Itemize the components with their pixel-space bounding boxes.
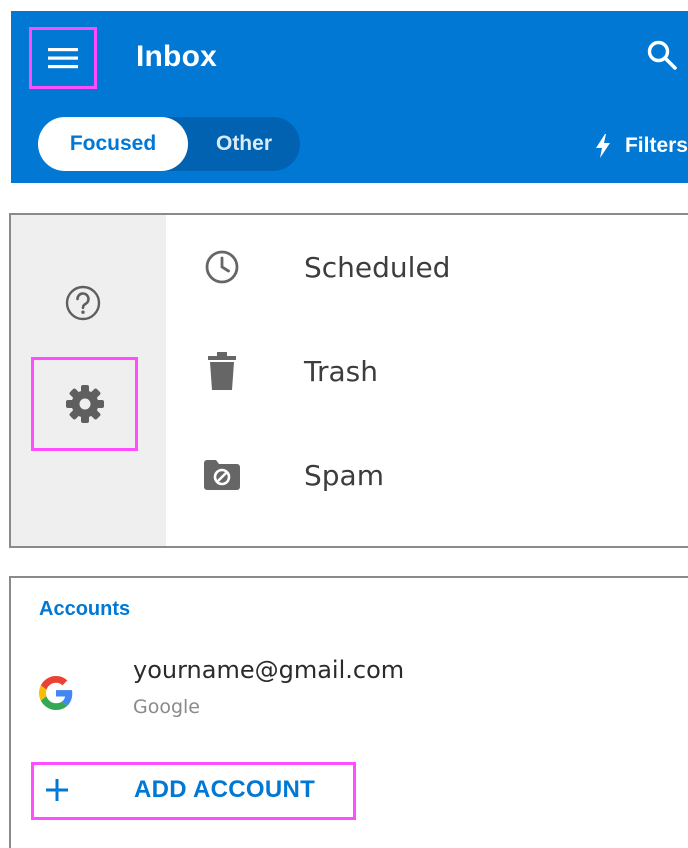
side-rail	[11, 215, 166, 546]
add-account-label: ADD ACCOUNT	[134, 776, 316, 803]
folder-drawer: Scheduled Trash Spam	[9, 213, 688, 548]
folder-label-scheduled: Scheduled	[304, 250, 451, 284]
focused-other-toggle: Focused Other	[38, 117, 300, 171]
search-button[interactable]	[642, 35, 682, 75]
inbox-header: Inbox Focused Other Filters	[11, 11, 688, 183]
settings-button[interactable]	[31, 357, 138, 451]
help-button[interactable]	[63, 283, 103, 323]
account-email: yourname@gmail.com	[133, 656, 405, 684]
page-title: Inbox	[136, 40, 217, 73]
google-icon	[39, 676, 73, 710]
gear-icon	[65, 385, 104, 423]
folder-label-spam: Spam	[304, 458, 384, 492]
account-provider: Google	[133, 696, 201, 718]
screenshot-canvas: Inbox Focused Other Filters Scheduled Tr…	[0, 0, 688, 848]
hamburger-menu-icon	[48, 48, 78, 69]
clock-icon	[202, 247, 242, 287]
folder-item-scheduled[interactable]: Scheduled	[166, 215, 688, 319]
folder-item-trash[interactable]: Trash	[166, 319, 688, 423]
help-circle-icon	[65, 285, 101, 321]
menu-button[interactable]	[29, 27, 97, 89]
lightning-bolt-icon	[595, 134, 610, 158]
filters-button[interactable]: Filters	[595, 129, 688, 163]
account-item[interactable]: yourname@gmail.com Google	[11, 654, 688, 744]
tab-other[interactable]: Other	[188, 117, 300, 171]
folder-item-spam[interactable]: Spam	[166, 423, 688, 527]
trash-icon	[202, 351, 242, 391]
spam-folder-icon	[202, 455, 242, 495]
filters-label: Filters	[624, 134, 688, 157]
folder-label-trash: Trash	[304, 354, 378, 388]
search-icon	[647, 40, 677, 70]
accounts-panel: Accounts yourname@gmail.com Google ADD A…	[9, 576, 688, 848]
plus-icon	[46, 779, 68, 801]
add-account-button[interactable]: ADD ACCOUNT	[31, 762, 356, 820]
tab-focused[interactable]: Focused	[38, 117, 188, 171]
accounts-heading: Accounts	[39, 598, 131, 620]
